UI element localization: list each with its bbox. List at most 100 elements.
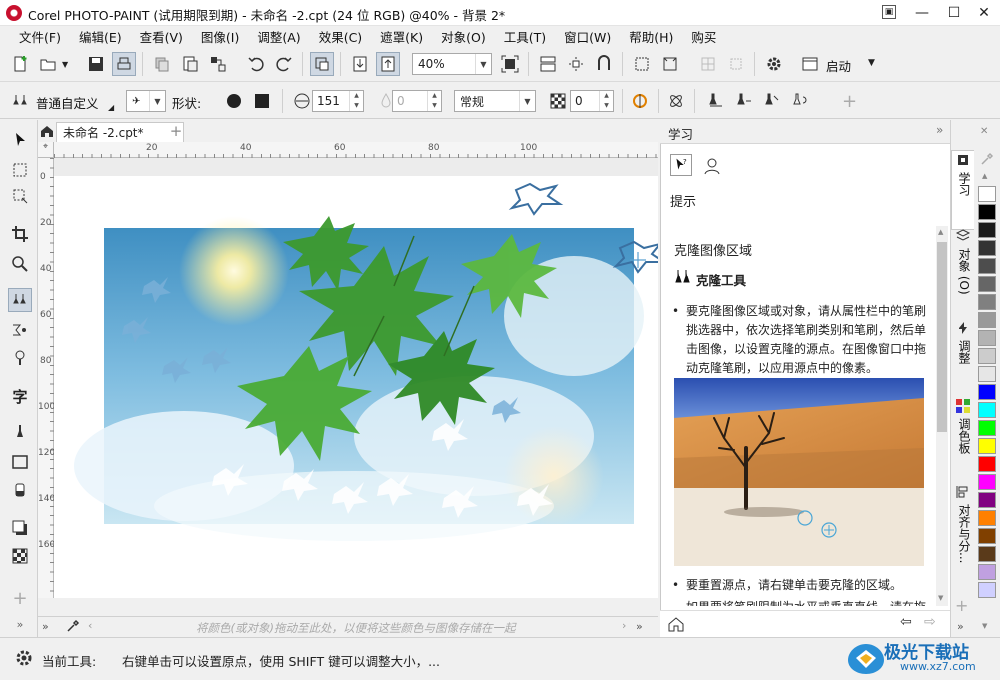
color-swatch[interactable] <box>978 204 996 220</box>
back-icon[interactable]: ⇦ <box>900 614 912 630</box>
docker-expand-icon[interactable]: » <box>936 123 943 137</box>
copy-icon[interactable] <box>150 52 174 76</box>
add-icon[interactable]: + <box>842 91 857 112</box>
palette-down-icon[interactable]: ▼ <box>982 622 987 630</box>
menu-adjust[interactable]: 调整(A) <box>248 27 309 46</box>
color-swatch[interactable] <box>978 546 996 562</box>
import-icon[interactable] <box>348 52 372 76</box>
clone-tool-icon[interactable] <box>8 288 32 312</box>
color-swatch[interactable] <box>978 582 996 598</box>
docker-tab-objects-label[interactable]: 对象 (O) <box>953 248 973 295</box>
chevron-down-icon[interactable]: ◢ <box>108 103 114 112</box>
color-swatch[interactable] <box>978 312 996 328</box>
size-spinner[interactable]: 151 ▲ ▼ <box>312 90 364 112</box>
feather-spinner[interactable]: 0 ▲ ▼ <box>570 90 614 112</box>
pin-icon[interactable]: ▣ <box>882 5 896 19</box>
undo-icon[interactable] <box>244 52 268 76</box>
spin-arrows-icon[interactable]: ▲ ▼ <box>599 91 613 111</box>
color-swatch[interactable] <box>978 528 996 544</box>
menu-view[interactable]: 查看(V) <box>131 27 192 46</box>
shadow-tool-icon[interactable] <box>8 516 32 540</box>
blend-mode-select[interactable]: 常规 ▼ <box>454 90 536 112</box>
minimize-button[interactable]: — <box>906 0 938 26</box>
hints-tab-icon[interactable] <box>702 156 722 176</box>
scroll-thumb[interactable] <box>937 242 947 432</box>
chevron-down-icon[interactable]: ▼ <box>149 91 165 111</box>
expand-icon[interactable]: » <box>957 620 964 633</box>
color-swatch[interactable] <box>978 366 996 382</box>
palette-close-icon[interactable]: ✕ <box>980 126 988 137</box>
chevron-left-icon[interactable]: ‹ <box>88 619 92 632</box>
print-icon[interactable] <box>112 52 136 76</box>
orbit-icon[interactable] <box>664 89 688 113</box>
horizontal-scrollbar[interactable] <box>38 598 658 616</box>
expand-toolbox-icon[interactable]: » <box>8 612 32 636</box>
pick-tool-icon[interactable] <box>8 128 32 152</box>
effect-tool-icon[interactable] <box>8 346 32 370</box>
color-swatch[interactable] <box>978 330 996 346</box>
color-swatch[interactable] <box>978 222 996 238</box>
menu-effects[interactable]: 效果(C) <box>310 27 371 46</box>
paste-object-icon[interactable] <box>206 52 230 76</box>
export-icon[interactable] <box>376 52 400 76</box>
zoom-combo[interactable]: 40% ▼ <box>412 53 492 75</box>
color-swatch[interactable] <box>978 258 996 274</box>
save-icon[interactable] <box>84 52 108 76</box>
open-folder-icon[interactable] <box>36 52 60 76</box>
color-swatch[interactable] <box>978 384 996 400</box>
full-screen-icon[interactable] <box>498 52 522 76</box>
menu-help[interactable]: 帮助(H) <box>620 27 682 46</box>
menu-window[interactable]: 窗口(W) <box>555 27 620 46</box>
expand-icon[interactable]: » <box>636 620 643 633</box>
add-tool-icon[interactable]: + <box>8 586 32 610</box>
chevron-right-icon[interactable]: › <box>622 619 626 632</box>
launch-icon[interactable] <box>798 52 822 76</box>
menu-buy[interactable]: 购买 <box>682 27 725 46</box>
scroll-up-icon[interactable]: ▲ <box>938 228 943 236</box>
brush-name-label[interactable]: 普通自定义 <box>36 93 99 112</box>
options-gear-icon[interactable] <box>762 52 786 76</box>
paste-icon[interactable] <box>178 52 202 76</box>
docker-tab-learn-label[interactable]: 学习 <box>953 172 973 196</box>
home-icon[interactable] <box>668 616 684 632</box>
ruler-origin[interactable]: ⌖ <box>38 142 54 158</box>
menu-edit[interactable]: 编辑(E) <box>70 27 131 46</box>
color-swatch[interactable] <box>978 438 996 454</box>
clone-brush-icon[interactable] <box>8 89 32 113</box>
maximize-button[interactable]: ☐ <box>938 0 970 26</box>
redo-icon[interactable] <box>272 52 296 76</box>
brush-picker[interactable]: ✈ ▼ <box>126 90 166 112</box>
launch-label[interactable]: 启动 <box>826 56 851 75</box>
color-swatch[interactable] <box>978 240 996 256</box>
color-swatch[interactable] <box>978 294 996 310</box>
color-swatch[interactable] <box>978 420 996 436</box>
transparency-tool-icon[interactable] <box>8 544 32 568</box>
color-swatch[interactable] <box>978 510 996 526</box>
mask-overlay-icon[interactable] <box>658 52 682 76</box>
square-shape-icon[interactable] <box>250 89 274 113</box>
show-guidelines-icon[interactable] <box>564 52 588 76</box>
menu-mask[interactable]: 遮罩(K) <box>371 27 432 46</box>
snap-icon[interactable] <box>592 52 616 76</box>
settings-gear-icon[interactable] <box>14 648 34 668</box>
crop-icon[interactable] <box>8 222 32 246</box>
red-eye-icon[interactable] <box>8 318 32 342</box>
color-swatch[interactable] <box>978 348 996 364</box>
text-tool-icon[interactable]: 字 <box>8 384 32 408</box>
rectangle-mask-icon[interactable] <box>8 158 32 182</box>
brush-settings-3-icon[interactable] <box>760 89 784 113</box>
chevron-down-icon[interactable]: ▼ <box>62 60 68 69</box>
color-swatch[interactable] <box>978 564 996 580</box>
document-image[interactable] <box>54 176 658 598</box>
chevron-down-icon[interactable]: ▼ <box>519 91 535 111</box>
forward-icon[interactable]: ⇨ <box>924 614 936 630</box>
tips-tab-icon[interactable]: ? <box>670 154 692 176</box>
show-rulers-icon[interactable] <box>536 52 560 76</box>
menu-image[interactable]: 图像(I) <box>192 27 248 46</box>
close-button[interactable]: ✕ <box>968 0 1000 26</box>
color-swatch[interactable] <box>978 492 996 508</box>
mask-transform-icon[interactable] <box>8 184 32 208</box>
docker-scrollbar[interactable]: ▲ ▼ <box>936 226 948 606</box>
docker-tab-adjust-label[interactable]: 调整 <box>953 340 973 364</box>
zoom-icon[interactable] <box>8 252 32 276</box>
